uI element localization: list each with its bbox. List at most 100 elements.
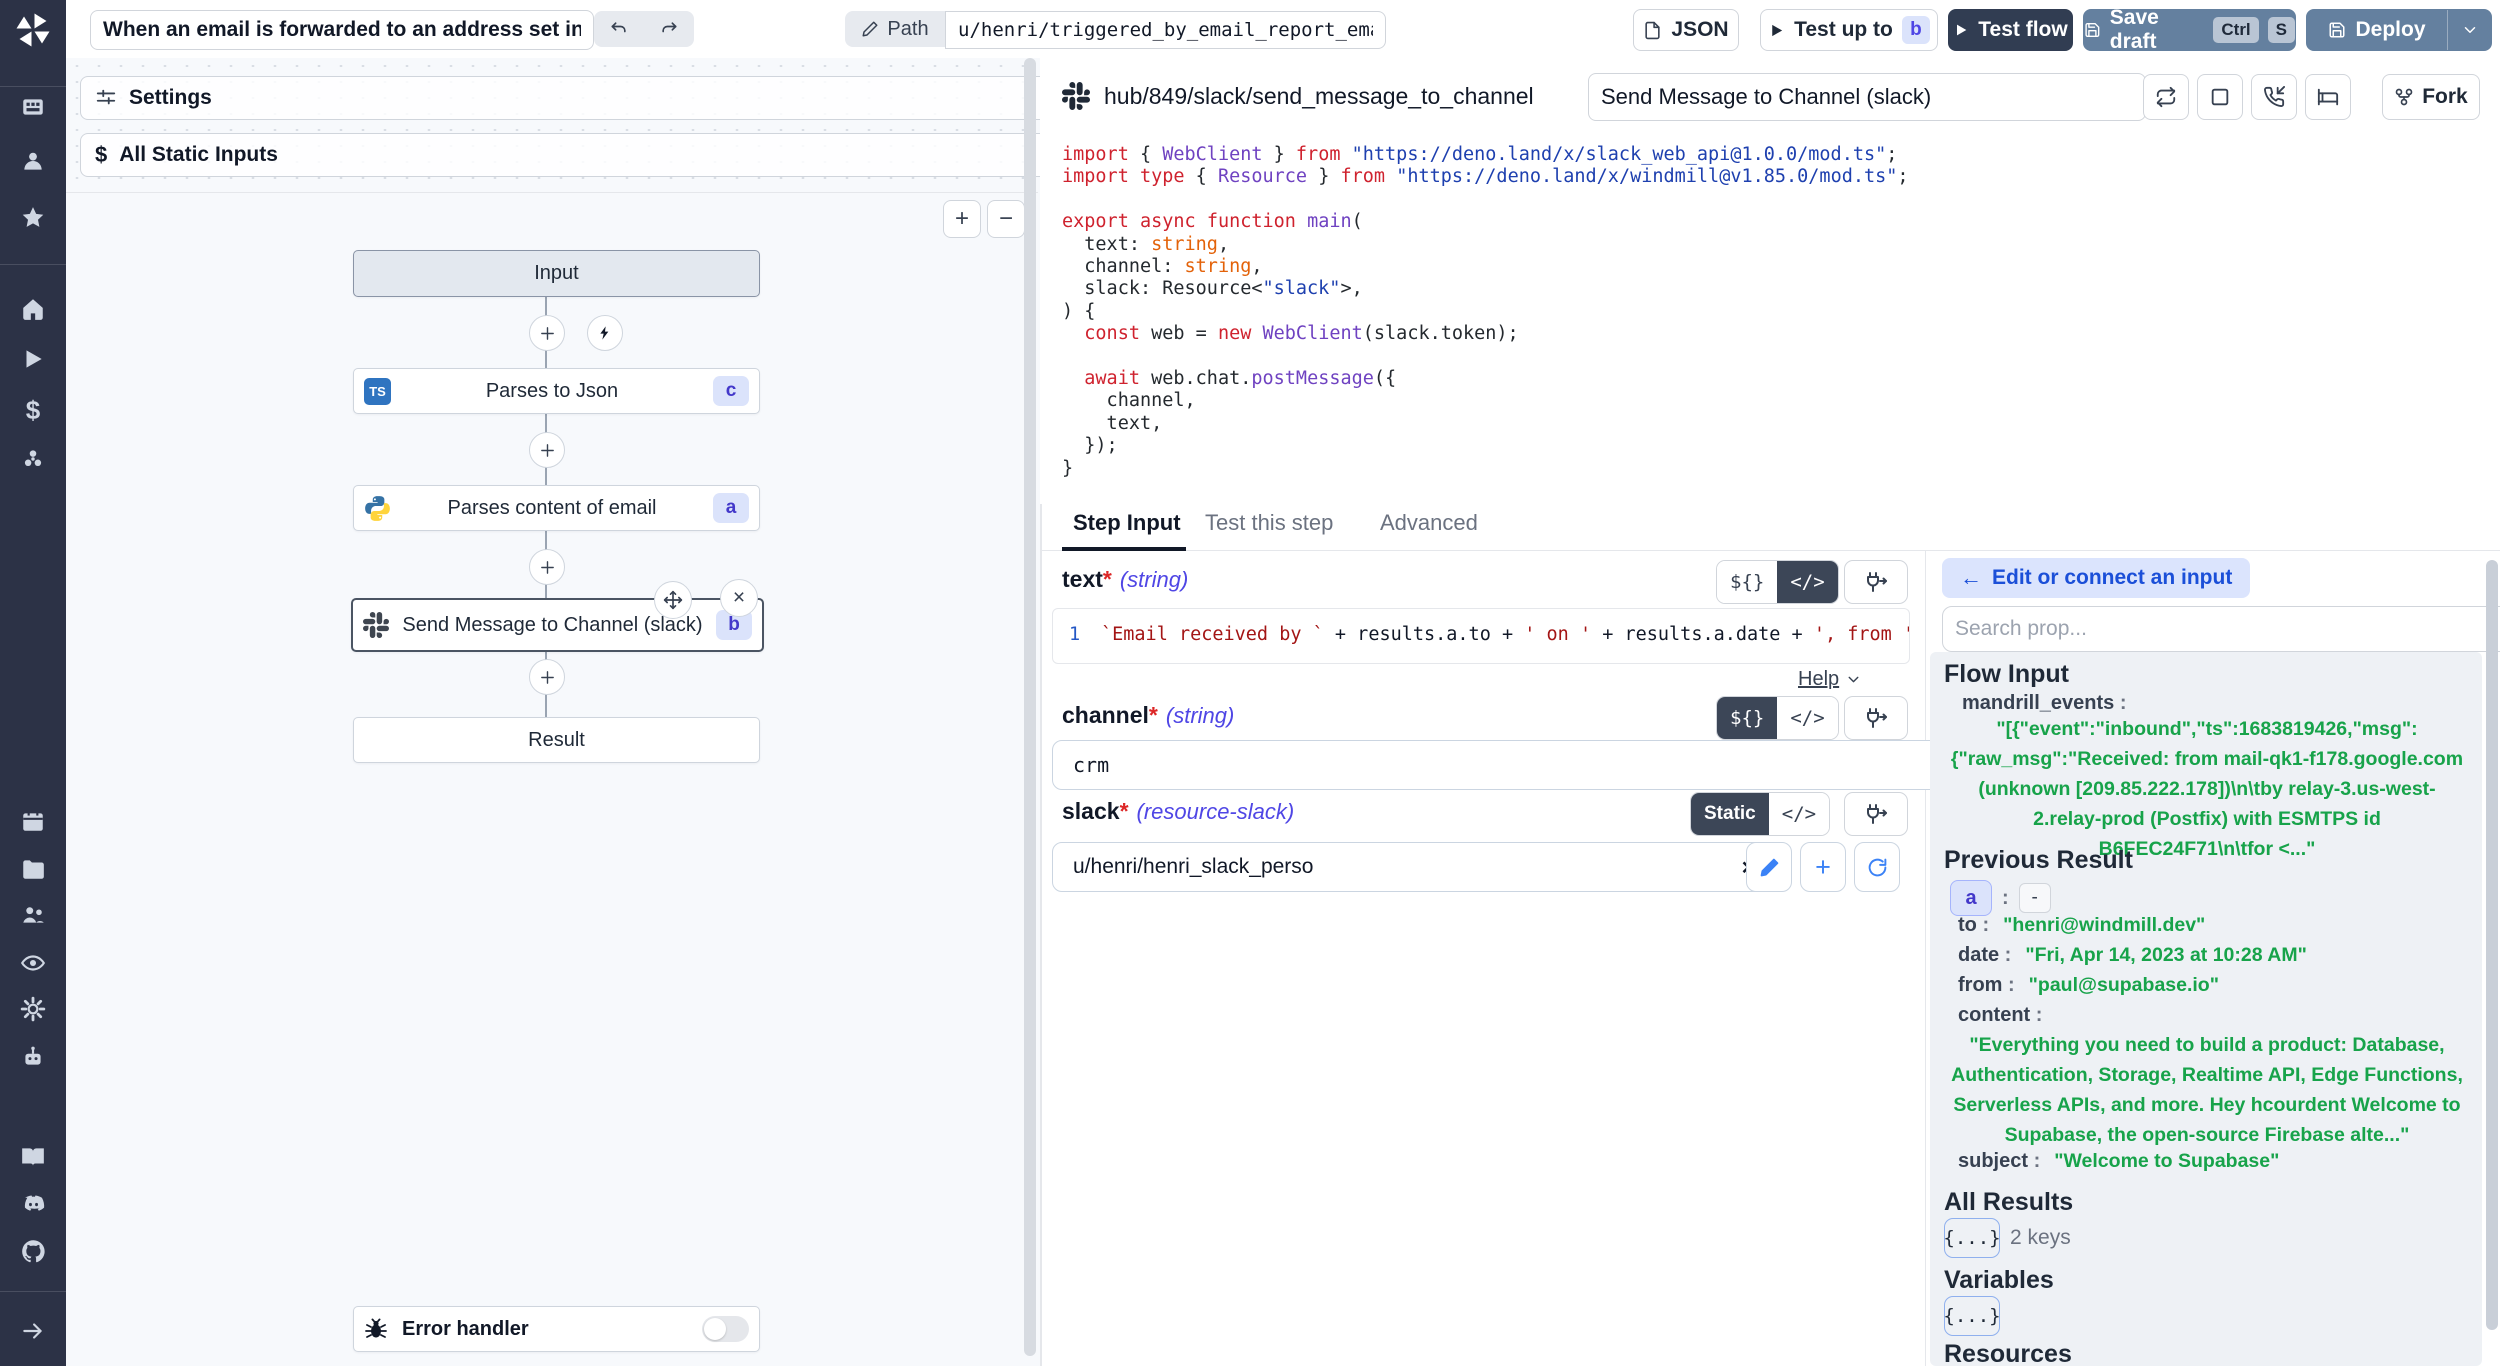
retries-button[interactable]: [2143, 74, 2189, 120]
channel-input[interactable]: crm: [1052, 740, 1950, 790]
collapse-button[interactable]: -: [2019, 883, 2051, 913]
prop-row-from[interactable]: from"paul@supabase.io": [1958, 974, 2219, 997]
sidebar-item-apps[interactable]: [0, 94, 66, 120]
prop-row-to[interactable]: to"henri@windmill.dev": [1958, 914, 2205, 937]
flow-node-send-message-selected[interactable]: Send Message to Channel (slack) b: [351, 598, 764, 652]
text-expression-editor[interactable]: 1 `Email received by ` + results.a.to + …: [1052, 608, 1910, 664]
javascript-mode-button[interactable]: </>: [1777, 697, 1837, 739]
connect-input-button[interactable]: [1844, 696, 1908, 740]
refresh-resource-button[interactable]: [1854, 842, 1900, 892]
sidebar-item-resources[interactable]: [0, 446, 66, 472]
sidebar-item-runs[interactable]: [0, 346, 66, 372]
prop-row-content[interactable]: content: [1958, 1004, 2042, 1027]
error-handler-node[interactable]: Error handler: [353, 1306, 760, 1352]
add-step-button[interactable]: [529, 549, 565, 585]
sidebar-item-home[interactable]: [0, 296, 66, 322]
kbd-ctrl: Ctrl: [2213, 17, 2258, 43]
sidebar-item-discord[interactable]: [0, 1191, 66, 1218]
error-handler-toggle[interactable]: [702, 1316, 749, 1342]
prop-row-date[interactable]: date"Fri, Apr 14, 2023 at 10:28 AM": [1958, 944, 2307, 967]
sidebar-item-docs[interactable]: [0, 1144, 66, 1170]
sidebar-item-schedules[interactable]: [0, 808, 66, 834]
sidebar-item-audit-logs[interactable]: [0, 950, 66, 976]
flow-input-value[interactable]: "[{"event":"inbound","ts":1683819426,"ms…: [1946, 714, 2468, 864]
phone-incoming-icon: [2263, 86, 2285, 108]
suspend-button[interactable]: [2251, 74, 2297, 120]
home-icon: [20, 296, 46, 322]
json-button[interactable]: JSON: [1633, 9, 1739, 51]
sidebar-item-user[interactable]: [0, 148, 66, 174]
sidebar-item-workers[interactable]: [0, 1044, 66, 1070]
sidebar-item-variables[interactable]: $: [0, 395, 66, 426]
flow-graph-panel: Settings $ All Static Inputs + − Input T…: [66, 58, 1042, 1366]
sidebar-item-favorites[interactable]: [0, 205, 66, 231]
flow-title-input[interactable]: [90, 10, 594, 50]
edit-or-connect-button[interactable]: ← Edit or connect an input: [1942, 558, 2250, 598]
plus-icon: +: [1815, 852, 1831, 883]
code-editor[interactable]: import { WebClient } from "https://deno.…: [1040, 134, 2500, 504]
prop-row-subject[interactable]: subject"Welcome to Supabase": [1958, 1150, 2279, 1173]
search-prop-input[interactable]: [1942, 606, 2500, 652]
delete-step-button[interactable]: ×: [720, 579, 758, 617]
test-flow-button[interactable]: Test flow: [1948, 9, 2073, 51]
redo-button[interactable]: [644, 19, 694, 39]
result-a-badge[interactable]: a: [1950, 880, 1992, 916]
flow-input-key[interactable]: mandrill_events: [1962, 692, 2127, 715]
connect-input-button[interactable]: [1844, 792, 1908, 836]
deploy-dropdown-button[interactable]: [2448, 21, 2491, 39]
sidebar-item-folders[interactable]: [0, 856, 66, 882]
test-up-to-button[interactable]: Test up to b: [1760, 9, 1938, 51]
move-step-button[interactable]: [654, 581, 692, 619]
javascript-mode-button[interactable]: </>: [1769, 793, 1829, 835]
early-stop-button[interactable]: [2197, 74, 2243, 120]
deploy-button[interactable]: Deploy: [2306, 9, 2492, 51]
help-link[interactable]: Help: [1798, 668, 1862, 691]
users-icon: [20, 902, 46, 928]
edit-resource-button[interactable]: [1746, 842, 1792, 892]
tab-advanced[interactable]: Advanced: [1380, 510, 1478, 536]
python-icon: [364, 495, 391, 522]
play-icon: [20, 346, 46, 372]
path-button[interactable]: Path: [845, 11, 945, 47]
plug-arrow-icon: [1864, 706, 1888, 730]
flow-panel-scrollbar[interactable]: [1024, 58, 1036, 1356]
save-draft-button[interactable]: Save draft Ctrl S: [2083, 9, 2296, 51]
flow-node-result[interactable]: Result: [353, 717, 760, 763]
variables-expand-button[interactable]: {...}: [1944, 1296, 2000, 1336]
all-static-inputs-button[interactable]: $ All Static Inputs: [80, 133, 1056, 177]
flow-node-parses-to-json[interactable]: TS Parses to Json c: [353, 368, 760, 414]
flow-node-input[interactable]: Input: [353, 250, 760, 297]
tab-test-this-step[interactable]: Test this step: [1205, 510, 1333, 536]
path-input[interactable]: [945, 11, 1386, 49]
prop-content-value[interactable]: "Everything you need to build a product:…: [1946, 1030, 2468, 1150]
step-name-input[interactable]: [1588, 73, 2146, 121]
add-trigger-button[interactable]: [587, 315, 623, 351]
flow-node-parses-content[interactable]: Parses content of email a: [353, 485, 760, 531]
template-mode-button[interactable]: ${}: [1717, 561, 1777, 603]
sidebar-item-groups[interactable]: [0, 902, 66, 928]
undo-button[interactable]: [594, 19, 644, 39]
all-results-expand-button[interactable]: {...}: [1944, 1218, 2000, 1258]
right-panel-scrollbar[interactable]: [2486, 560, 2498, 1330]
slack-resource-input[interactable]: u/henri/henri_slack_perso ×: [1052, 842, 1776, 892]
add-step-button[interactable]: [529, 432, 565, 468]
sidebar-item-settings[interactable]: [0, 996, 66, 1022]
add-resource-button[interactable]: +: [1800, 842, 1846, 892]
windmill-logo[interactable]: [0, 12, 66, 48]
tab-step-input[interactable]: Step Input: [1073, 510, 1181, 536]
javascript-mode-button[interactable]: </>: [1777, 561, 1837, 603]
eye-icon: [20, 950, 46, 976]
flow-settings-button[interactable]: Settings: [80, 76, 1056, 120]
template-mode-button[interactable]: ${}: [1717, 697, 1777, 739]
static-mode-button[interactable]: Static: [1691, 793, 1769, 835]
add-step-button[interactable]: [529, 315, 565, 351]
variables-title: Variables: [1944, 1266, 2054, 1295]
zoom-in-button[interactable]: +: [943, 200, 981, 238]
sleep-button[interactable]: [2305, 74, 2351, 120]
connect-input-button[interactable]: [1844, 560, 1908, 604]
zoom-out-button[interactable]: −: [987, 200, 1025, 238]
fork-button[interactable]: Fork: [2382, 74, 2480, 120]
add-step-button[interactable]: [529, 659, 565, 695]
sidebar-expand-button[interactable]: [0, 1318, 66, 1344]
sidebar-item-github[interactable]: [0, 1238, 66, 1265]
